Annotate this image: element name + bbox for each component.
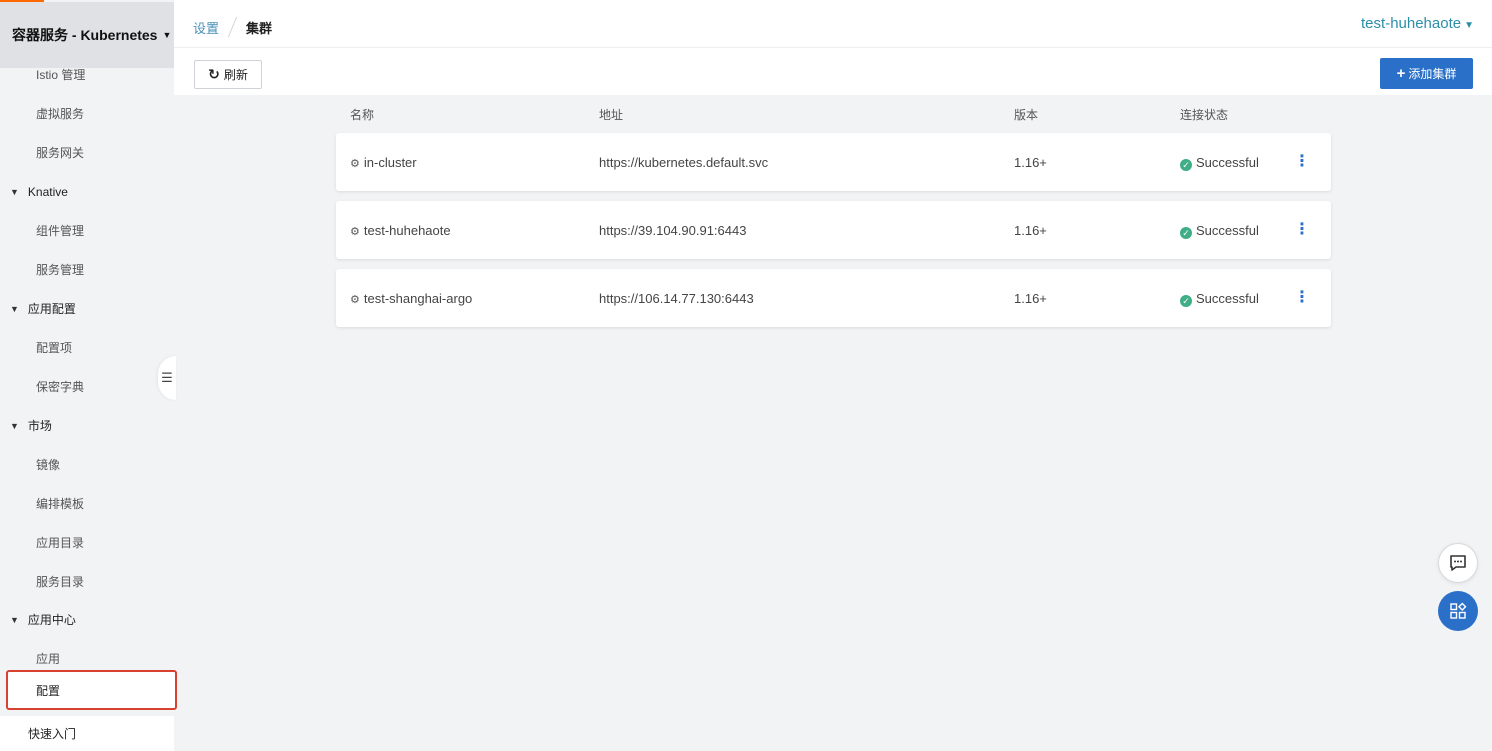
sidebar-item-label: 配置项 [36,341,73,355]
success-check-icon: ✓ [1180,295,1192,307]
column-header-version: 版本 [1014,108,1039,122]
apps-button[interactable] [1438,591,1478,631]
sidebar-group-knative[interactable]: ▼ Knative [0,172,174,211]
breadcrumb-separator [227,16,238,38]
sidebar-item-label: 应用目录 [36,536,85,550]
success-check-icon: ✓ [1180,159,1192,171]
apps-icon [1450,602,1467,619]
cluster-name: test-huhehaote [363,223,451,238]
sidebar-item-label: 快速入门 [28,727,77,741]
sidebar-group-app-center[interactable]: ▼ 应用中心 [0,600,174,639]
sidebar-item-istio[interactable]: Istio 管理 [0,55,174,94]
chat-button[interactable] [1438,543,1478,583]
sidebar-item-app-catalog[interactable]: 应用目录 [0,523,174,562]
add-cluster-label: 添加集群 [1408,67,1457,81]
column-header-name: 名称 [350,108,375,122]
sidebar-item-label: 应用配置 [27,302,76,316]
plus-icon: + [1396,65,1406,82]
cluster-selector[interactable]: test-huhehaote ▼ [1361,15,1474,32]
cluster-name: test-shanghai-argo [363,291,473,306]
cluster-selector-label: test-huhehaote [1361,15,1462,32]
table-header: 名称 地址 版本 连接状态 [336,106,1331,124]
sidebar-item-label: 镜像 [36,458,61,472]
status-text: Successful [1196,223,1259,238]
cluster-gear-icon: ⚙ [350,294,360,306]
sidebar-item-label: 组件管理 [36,224,85,238]
sidebar-item-service-catalog[interactable]: 服务目录 [0,562,174,601]
chat-icon [1450,555,1466,571]
cluster-version: 1.16+ [1014,291,1047,306]
product-title: 容器服务 - Kubernetes [12,27,158,43]
cluster-address: https://kubernetes.default.svc [599,155,769,170]
cluster-status: ✓ Successful [1180,223,1259,239]
sidebar-item-label: 服务网关 [36,146,85,160]
add-cluster-button[interactable]: + 添加集群 [1380,58,1473,89]
sidebar-item-label: 服务管理 [36,263,85,277]
cluster-name-cell: ⚙ test-huhehaote [350,223,451,238]
cluster-name-cell: ⚙ test-shanghai-argo [350,291,472,306]
cluster-gear-icon: ⚙ [350,158,360,170]
more-vertical-icon[interactable]: ⋮ [1294,217,1310,243]
sidebar-item-label: 虚拟服务 [36,107,85,121]
page-title: 集群 [246,20,273,36]
more-vertical-icon[interactable]: ⋮ [1294,149,1310,175]
sidebar-item-label: Knative [27,184,68,199]
table-row[interactable]: ⚙ test-shanghai-argo https://106.14.77.13… [336,269,1331,327]
top-bar: 设置 集群 test-huhehaote ▼ [174,0,1492,48]
sidebar-item-secret[interactable]: 保密字典 [0,367,174,406]
sidebar-item-label: 配置 [36,683,61,698]
refresh-button[interactable]: ↻ 刷新 [194,60,262,89]
cluster-status: ✓ Successful [1180,155,1259,171]
sidebar-item-label: 保密字典 [36,380,85,394]
refresh-icon: ↻ [208,66,220,82]
column-header-status: 连接状态 [1180,108,1229,122]
sidebar-item-quickstart[interactable]: 快速入门 [0,716,174,751]
triangle-down-icon: ▼ [10,303,19,314]
status-text: Successful [1196,155,1259,170]
sidebar-group-market[interactable]: ▼ 市场 [0,406,174,445]
sidebar-item-configmap[interactable]: 配置项 [0,328,174,367]
sidebar-item-label: 市场 [27,419,52,433]
cluster-status: ✓ Successful [1180,291,1259,307]
sidebar-item-label: 编排模板 [36,497,85,511]
sidebar-item-label: 应用中心 [27,613,76,627]
refresh-label: 刷新 [223,68,248,82]
caret-down-icon: ▼ [162,30,172,40]
table-row[interactable]: ⚙ in-cluster https://kubernetes.default.s… [336,133,1331,191]
cluster-name: in-cluster [363,155,417,170]
more-vertical-icon[interactable]: ⋮ [1294,285,1310,311]
cluster-gear-icon: ⚙ [350,226,360,238]
cluster-version: 1.16+ [1014,155,1047,170]
sidebar-item-template[interactable]: 编排模板 [0,484,174,523]
sidebar-item-image[interactable]: 镜像 [0,445,174,484]
sidebar-item-label: Istio 管理 [36,68,86,82]
breadcrumb: 设置 集群 [193,16,272,38]
sidebar-item-service-mgmt[interactable]: 服务管理 [0,250,174,289]
success-check-icon: ✓ [1180,227,1192,239]
sidebar-item-config-active[interactable]: 配置 [6,670,177,710]
sidebar-item-virtual-service[interactable]: 虚拟服务 [0,94,174,133]
sidebar-item-label: 应用 [36,652,61,666]
cluster-address: https://39.104.90.91:6443 [599,223,747,238]
cluster-name-cell: ⚙ in-cluster [350,155,417,170]
cluster-address: https://106.14.77.130:6443 [599,291,754,306]
sidebar-item-service-gateway[interactable]: 服务网关 [0,133,174,172]
caret-down-icon: ▼ [1464,20,1474,31]
toolbar: ↻ 刷新 + 添加集群 [174,48,1492,95]
status-text: Successful [1196,291,1259,306]
triangle-down-icon: ▼ [10,186,19,197]
sidebar: 容器服务 - Kubernetes ▼ Istio 管理 虚拟服务 服务网关 ▼… [0,0,177,751]
cluster-version: 1.16+ [1014,223,1047,238]
table-row[interactable]: ⚙ test-huhehaote https://39.104.90.91:644… [336,201,1331,259]
sidebar-group-app-config[interactable]: ▼ 应用配置 [0,289,174,328]
breadcrumb-settings-link[interactable]: 设置 [193,18,219,37]
sidebar-item-component-mgmt[interactable]: 组件管理 [0,211,174,250]
triangle-down-icon: ▼ [10,420,19,431]
sidebar-item-label: 服务目录 [36,575,85,589]
column-header-address: 地址 [599,108,624,122]
triangle-down-icon: ▼ [10,614,19,625]
